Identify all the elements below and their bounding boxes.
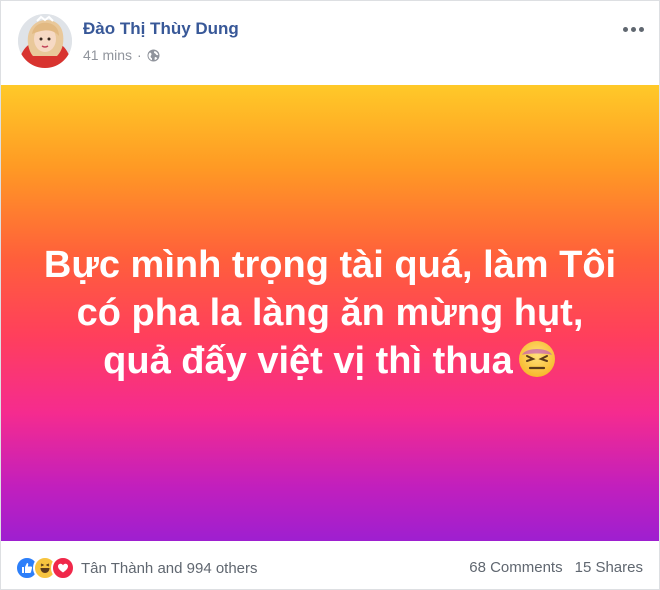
post-footer: Tân Thành and 994 others 68 Comments 15 … xyxy=(1,541,659,589)
meta-separator: · xyxy=(137,47,142,63)
avatar[interactable] xyxy=(18,14,72,68)
post-header: Đào Thị Thùy Dung 41 mins · xyxy=(1,1,659,85)
love-icon xyxy=(51,556,75,580)
more-options-icon[interactable] xyxy=(621,19,645,39)
post-card: Đào Thị Thùy Dung 41 mins · Bực mình trọ… xyxy=(0,0,660,590)
message-line-3-text: quả đấy việt vị thì thua xyxy=(103,340,513,382)
comments-count[interactable]: 68 Comments xyxy=(469,559,562,576)
post-text-banner: Bực mình trọng tài quá, làm Tôi có pha l… xyxy=(1,85,659,541)
reaction-names[interactable]: Tân Thành and 994 others xyxy=(81,560,258,577)
message-line-2: có pha la làng ăn mừng hụt, xyxy=(76,292,584,334)
persevering-face-icon xyxy=(518,341,555,377)
post-message: Bực mình trọng tài quá, làm Tôi có pha l… xyxy=(20,241,640,385)
avatar-image xyxy=(18,14,72,68)
reaction-summary[interactable]: Tân Thành and 994 others xyxy=(15,556,258,580)
engagement-counts: 68 Comments 15 Shares xyxy=(469,559,643,576)
author-name[interactable]: Đào Thị Thùy Dung xyxy=(83,19,239,39)
post-meta: 41 mins · xyxy=(83,47,160,63)
post-time[interactable]: 41 mins xyxy=(83,47,132,63)
message-line-3: quả đấy việt vị thì thua xyxy=(20,337,640,385)
globe-icon[interactable] xyxy=(147,49,160,62)
shares-count[interactable]: 15 Shares xyxy=(575,559,643,576)
message-line-1: Bực mình trọng tài quá, làm Tôi xyxy=(43,244,617,286)
